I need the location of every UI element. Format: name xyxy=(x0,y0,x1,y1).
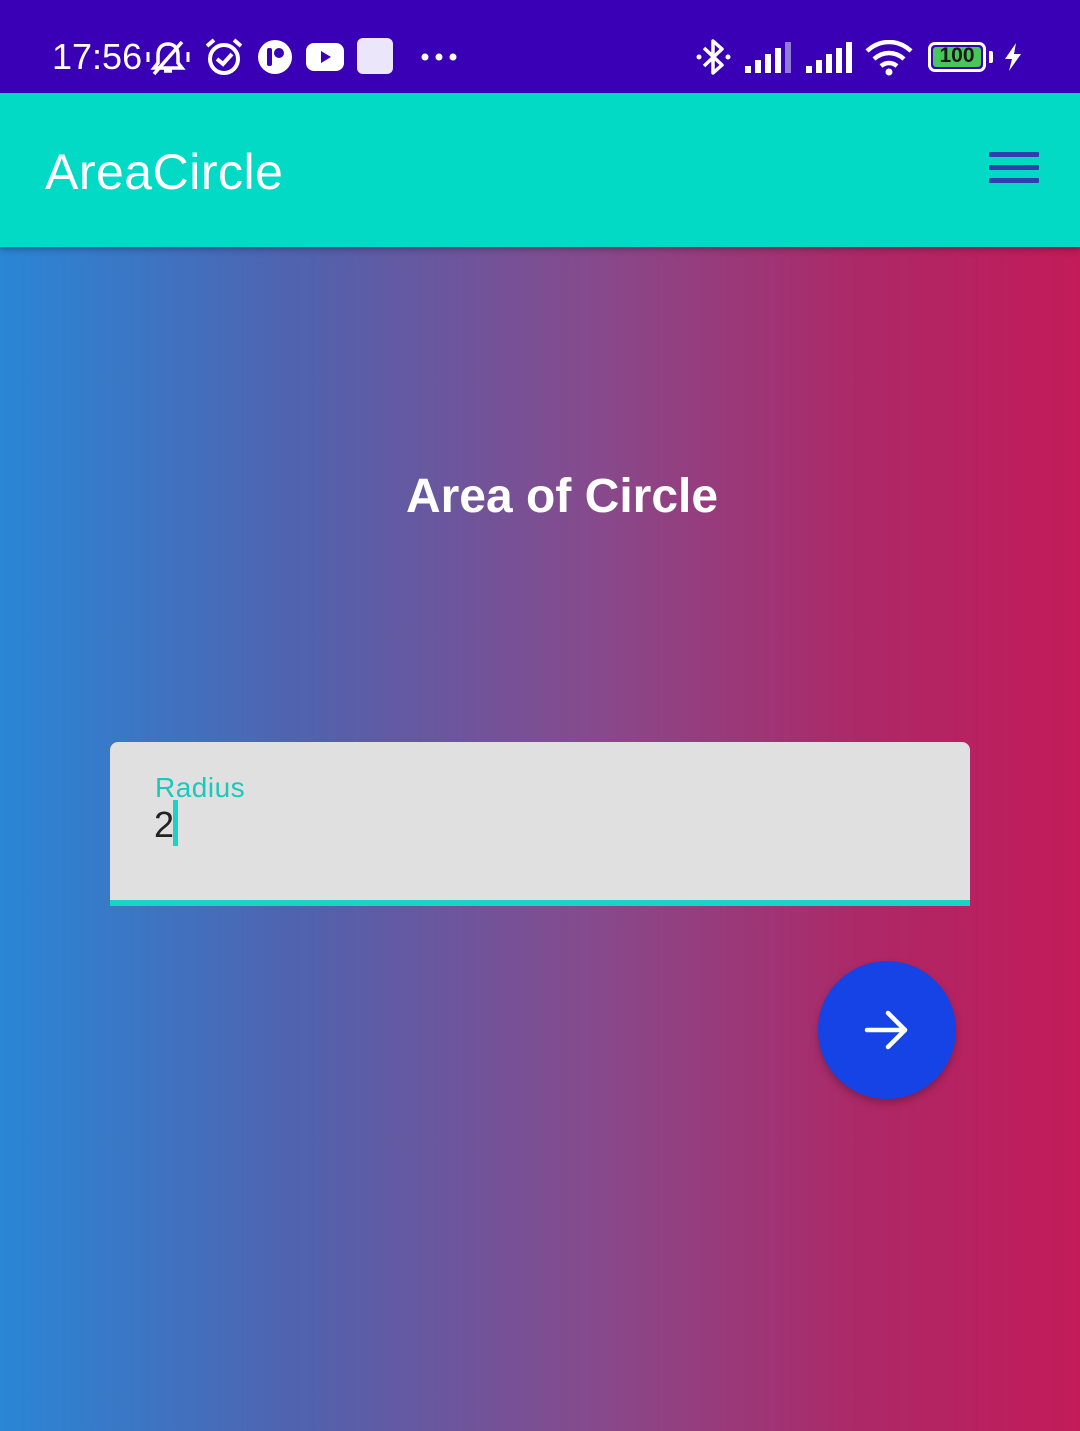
text-cursor xyxy=(173,800,178,846)
status-bar: 17:56 100 xyxy=(0,0,1080,93)
youtube-icon xyxy=(306,43,344,71)
arrow-right-icon xyxy=(864,1010,908,1050)
charging-icon xyxy=(1005,43,1021,71)
app-square-icon xyxy=(357,38,393,74)
battery-icon: 100 xyxy=(928,42,986,72)
app-title: AreaCircle xyxy=(45,144,284,200)
signal-icon xyxy=(745,42,791,73)
radius-input[interactable]: 2 xyxy=(154,804,854,848)
wifi-icon xyxy=(865,40,913,76)
calculate-button[interactable] xyxy=(818,961,956,1099)
radius-field[interactable]: Radius 2 xyxy=(110,742,970,906)
alarm-icon xyxy=(205,38,243,75)
page-title: Area of Circle xyxy=(405,470,719,523)
app-bar: AreaCircle xyxy=(0,93,1080,247)
more-dots-icon xyxy=(421,53,457,61)
radius-label: Radius xyxy=(155,772,246,803)
app-notification-icon xyxy=(258,40,292,74)
bluetooth-icon xyxy=(696,39,731,75)
menu-button[interactable] xyxy=(978,141,1050,201)
battery-level: 100 xyxy=(939,44,975,67)
main-content: Area of Circle Radius 2 xyxy=(0,247,1080,1431)
status-time: 17:56 xyxy=(52,36,143,77)
muted-vibrate-icon xyxy=(146,40,190,76)
signal-icon xyxy=(806,42,852,73)
